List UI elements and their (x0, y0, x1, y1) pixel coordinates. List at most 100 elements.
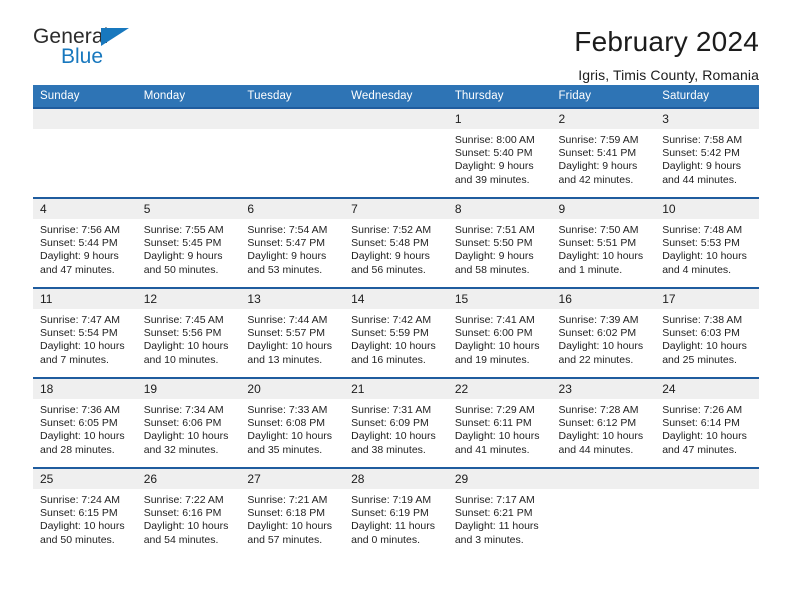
sun-info: Sunrise: 7:26 AM Sunset: 6:14 PM Daylight:… (655, 399, 759, 457)
daylight-text: Daylight: 10 hours and 10 minutes. (143, 340, 229, 366)
calendar-day-cell[interactable]: 20 Sunrise: 7:33 AM Sunset: 6:08 PM Dayligh… (240, 377, 345, 468)
generalblue-logo[interactable]: General Blue (33, 26, 163, 74)
day-cell-content: 15 Sunrise: 7:41 AM Sunset: 6:00 PM Dayligh… (447, 289, 552, 377)
day-number: 18 (33, 379, 137, 399)
calendar-day-cell[interactable]: 4 Sunrise: 7:56 AM Sunset: 5:44 PM Daylight… (33, 197, 137, 288)
day-cell-content: 16 Sunrise: 7:39 AM Sunset: 6:02 PM Dayligh… (551, 289, 656, 377)
sun-info: Sunrise: 7:48 AM Sunset: 5:53 PM Daylight:… (655, 219, 759, 277)
day-number: 1 (447, 109, 552, 129)
sunrise-text: Sunrise: 7:45 AM (143, 314, 224, 326)
day-cell-content: 28 Sunrise: 7:19 AM Sunset: 6:19 PM Dayligh… (344, 469, 448, 557)
day-cell-content: 12 Sunrise: 7:45 AM Sunset: 5:56 PM Dayligh… (136, 289, 241, 377)
daylight-text: Daylight: 9 hours and 56 minutes. (351, 250, 430, 276)
sunrise-text: Sunrise: 7:44 AM (247, 314, 328, 326)
sunrise-text: Sunrise: 7:34 AM (143, 404, 224, 416)
sun-info: Sunrise: 8:00 AM Sunset: 5:40 PM Daylight:… (448, 129, 552, 187)
calendar-day-cell[interactable]: 5 Sunrise: 7:55 AM Sunset: 5:45 PM Daylight… (136, 197, 241, 288)
sun-info: Sunrise: 7:17 AM Sunset: 6:21 PM Daylight:… (448, 489, 552, 547)
calendar-day-cell (136, 107, 241, 198)
empty-day (655, 469, 759, 557)
calendar-day-cell (344, 107, 448, 198)
calendar-day-cell[interactable]: 9 Sunrise: 7:50 AM Sunset: 5:51 PM Daylight… (551, 197, 656, 288)
calendar-day-cell[interactable]: 19 Sunrise: 7:34 AM Sunset: 6:06 PM Dayligh… (136, 377, 241, 468)
sunset-text: Sunset: 6:18 PM (247, 507, 326, 520)
sunset-text: Sunset: 5:45 PM (143, 237, 222, 250)
sunset-text: Sunset: 6:12 PM (558, 417, 637, 430)
day-number: 10 (655, 199, 759, 219)
sun-info: Sunrise: 7:19 AM Sunset: 6:19 PM Daylight:… (344, 489, 448, 547)
sunrise-text: Sunrise: 7:54 AM (247, 224, 328, 236)
day-cell-content: 29 Sunrise: 7:17 AM Sunset: 6:21 PM Dayligh… (447, 469, 552, 557)
day-cell-content: 2 Sunrise: 7:59 AM Sunset: 5:41 PM Daylight… (551, 109, 656, 197)
calendar-day-cell[interactable]: 21 Sunrise: 7:31 AM Sunset: 6:09 PM Dayligh… (344, 377, 448, 468)
calendar-day-cell[interactable]: 6 Sunrise: 7:54 AM Sunset: 5:47 PM Daylight… (240, 197, 345, 288)
calendar-day-cell[interactable]: 15 Sunrise: 7:41 AM Sunset: 6:00 PM Dayligh… (447, 287, 552, 378)
calendar-day-cell[interactable]: 25 Sunrise: 7:24 AM Sunset: 6:15 PM Dayligh… (33, 467, 137, 557)
calendar-day-cell[interactable]: 29 Sunrise: 7:17 AM Sunset: 6:21 PM Dayligh… (447, 467, 552, 557)
weekday-header-row: Sunday Monday Tuesday Wednesday Thursday… (33, 85, 759, 108)
sun-info: Sunrise: 7:24 AM Sunset: 6:15 PM Daylight:… (33, 489, 137, 547)
logo-text-general: General (33, 25, 109, 48)
day-number (551, 469, 656, 489)
calendar-day-cell[interactable]: 22 Sunrise: 7:29 AM Sunset: 6:11 PM Dayligh… (447, 377, 552, 468)
day-number: 16 (551, 289, 656, 309)
sunrise-text: Sunrise: 7:33 AM (247, 404, 328, 416)
day-number: 7 (344, 199, 448, 219)
calendar-day-cell[interactable]: 11 Sunrise: 7:47 AM Sunset: 5:54 PM Dayligh… (33, 287, 137, 378)
calendar-day-cell[interactable]: 26 Sunrise: 7:22 AM Sunset: 6:16 PM Dayligh… (136, 467, 241, 557)
day-number: 21 (344, 379, 448, 399)
day-number: 25 (33, 469, 137, 489)
day-number (344, 109, 448, 129)
calendar-day-cell (655, 467, 759, 557)
calendar-day-cell[interactable]: 14 Sunrise: 7:42 AM Sunset: 5:59 PM Dayligh… (344, 287, 448, 378)
day-number: 14 (344, 289, 448, 309)
sun-info: Sunrise: 7:45 AM Sunset: 5:56 PM Daylight:… (137, 309, 241, 367)
calendar-day-cell[interactable]: 17 Sunrise: 7:38 AM Sunset: 6:03 PM Dayligh… (655, 287, 759, 378)
calendar-day-cell[interactable]: 12 Sunrise: 7:45 AM Sunset: 5:56 PM Dayligh… (136, 287, 241, 378)
day-cell-content: 11 Sunrise: 7:47 AM Sunset: 5:54 PM Dayligh… (33, 289, 137, 377)
sunset-text: Sunset: 6:09 PM (351, 417, 429, 430)
empty-day (240, 109, 345, 197)
day-cell-content: 21 Sunrise: 7:31 AM Sunset: 6:09 PM Dayligh… (344, 379, 448, 467)
calendar-day-cell[interactable]: 13 Sunrise: 7:44 AM Sunset: 5:57 PM Dayligh… (240, 287, 345, 378)
calendar-day-cell[interactable]: 10 Sunrise: 7:48 AM Sunset: 5:53 PM Dayligh… (655, 197, 759, 288)
calendar-day-cell[interactable]: 28 Sunrise: 7:19 AM Sunset: 6:19 PM Dayligh… (344, 467, 448, 557)
sunrise-text: Sunrise: 7:39 AM (558, 314, 639, 326)
sunrise-text: Sunrise: 7:50 AM (558, 224, 639, 236)
daylight-text: Daylight: 10 hours and 54 minutes. (143, 520, 229, 546)
sunrise-text: Sunrise: 7:26 AM (662, 404, 743, 416)
sunrise-text: Sunrise: 7:31 AM (351, 404, 432, 416)
calendar-day-cell[interactable]: 23 Sunrise: 7:28 AM Sunset: 6:12 PM Dayligh… (551, 377, 656, 468)
sun-info: Sunrise: 7:36 AM Sunset: 6:05 PM Daylight:… (33, 399, 137, 457)
day-number: 4 (33, 199, 137, 219)
day-number: 9 (551, 199, 656, 219)
sunrise-text: Sunrise: 7:41 AM (454, 314, 535, 326)
day-number: 13 (240, 289, 345, 309)
sunset-text: Sunset: 5:56 PM (143, 327, 222, 340)
day-number: 11 (33, 289, 137, 309)
page-title: February 2024 (574, 26, 759, 57)
calendar-day-cell[interactable]: 7 Sunrise: 7:52 AM Sunset: 5:48 PM Daylight… (344, 197, 448, 288)
weekday-header-sunday: Sunday (33, 85, 137, 108)
calendar-day-cell[interactable]: 16 Sunrise: 7:39 AM Sunset: 6:02 PM Dayligh… (551, 287, 656, 378)
sun-info: Sunrise: 7:44 AM Sunset: 5:57 PM Daylight:… (240, 309, 344, 367)
calendar-day-cell[interactable]: 8 Sunrise: 7:51 AM Sunset: 5:50 PM Daylight… (447, 197, 552, 288)
calendar-day-cell[interactable]: 27 Sunrise: 7:21 AM Sunset: 6:18 PM Dayligh… (240, 467, 345, 557)
daylight-text: Daylight: 10 hours and 41 minutes. (454, 430, 540, 456)
day-number: 27 (240, 469, 345, 489)
daylight-text: Daylight: 10 hours and 4 minutes. (662, 250, 747, 276)
day-cell-content: 23 Sunrise: 7:28 AM Sunset: 6:12 PM Dayligh… (551, 379, 656, 467)
calendar-day-cell[interactable]: 18 Sunrise: 7:36 AM Sunset: 6:05 PM Dayligh… (33, 377, 137, 468)
day-number: 5 (136, 199, 241, 219)
calendar-day-cell[interactable]: 24 Sunrise: 7:26 AM Sunset: 6:14 PM Dayligh… (655, 377, 759, 468)
sunrise-text: Sunrise: 7:21 AM (247, 494, 328, 506)
day-number: 26 (136, 469, 241, 489)
calendar-day-cell[interactable]: 2 Sunrise: 7:59 AM Sunset: 5:41 PM Daylight… (551, 107, 656, 198)
daylight-text: Daylight: 9 hours and 58 minutes. (454, 250, 534, 276)
day-cell-content: 19 Sunrise: 7:34 AM Sunset: 6:06 PM Dayligh… (136, 379, 241, 467)
calendar-day-cell[interactable]: 3 Sunrise: 7:58 AM Sunset: 5:42 PM Daylight… (655, 107, 759, 198)
calendar-day-cell (33, 107, 137, 198)
sunset-text: Sunset: 5:48 PM (351, 237, 429, 250)
day-cell-content: 25 Sunrise: 7:24 AM Sunset: 6:15 PM Dayligh… (33, 469, 137, 557)
calendar-day-cell[interactable]: 1 Sunrise: 8:00 AM Sunset: 5:40 PM Daylight… (447, 107, 552, 198)
